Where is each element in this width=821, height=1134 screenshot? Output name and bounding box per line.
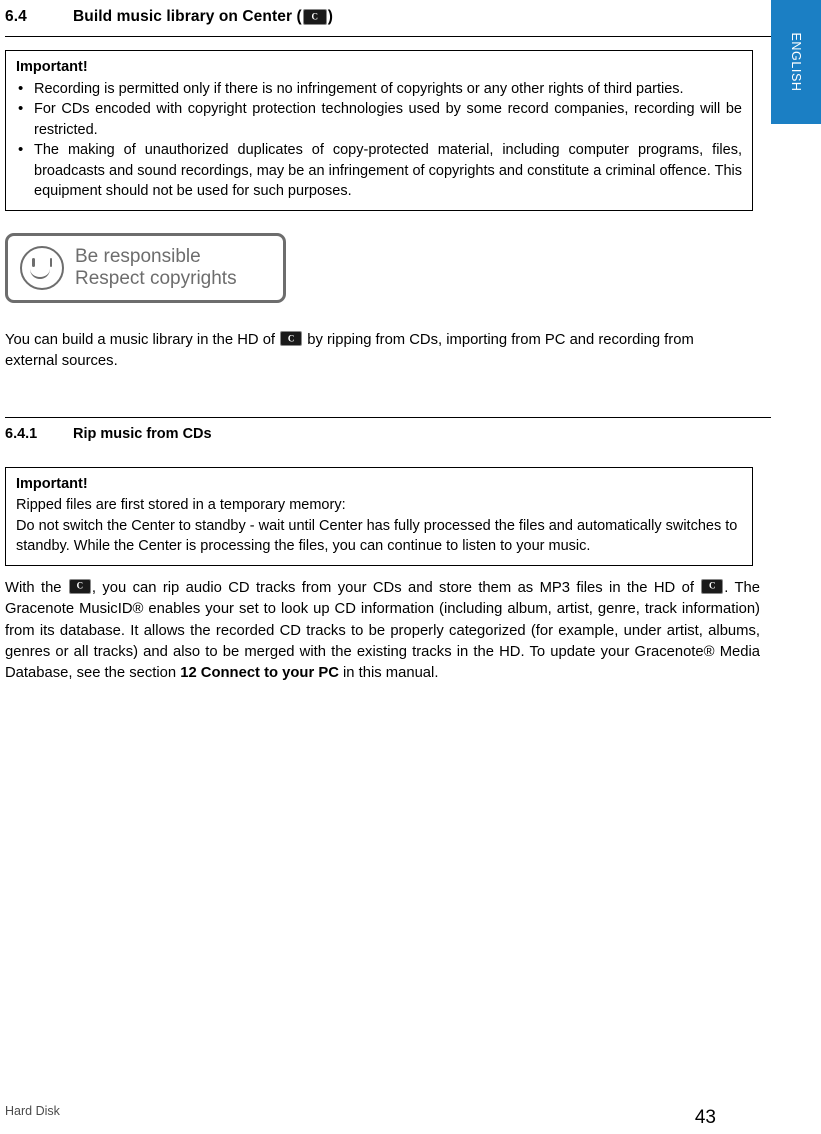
- page-content: 6.4 Build music library on Center () Imp…: [5, 8, 771, 684]
- important-box-1-list: Recording is permitted only if there is …: [16, 78, 742, 202]
- section-title: Build music library on Center (): [73, 8, 333, 26]
- respect-copyrights-badge: Be responsible Respect copyrights: [5, 233, 286, 304]
- subsection-number: 6.4.1: [5, 425, 38, 442]
- intro-paragraph-part1: You can build a music library in the HD …: [5, 332, 280, 349]
- center-device-icon: [701, 578, 724, 594]
- section-title-prefix: Build music library on Center (: [73, 8, 302, 25]
- page-number: 43: [694, 1107, 716, 1128]
- important-box-2-title: Important!: [16, 475, 88, 492]
- important-box-2: Important! Ripped files are first stored…: [5, 466, 753, 566]
- document-page: 6.4 Build music library on Center () Imp…: [0, 0, 771, 1134]
- important-box-1-title: Important!: [16, 59, 88, 75]
- important-box-2-line-2: Do not switch the Center to standby - wa…: [16, 517, 738, 555]
- important-box-1: Important! Recording is permitted only i…: [5, 50, 753, 212]
- rip-paragraph-bold-ref: 12 Connect to your PC: [180, 665, 339, 682]
- footer-left-label: Hard Disk: [5, 1104, 60, 1118]
- subsection-heading-wrap: 6.4.1 Rip music from CDs: [5, 416, 771, 442]
- intro-paragraph: You can build a music library in the HD …: [5, 330, 715, 373]
- center-device-icon: [302, 9, 327, 25]
- badge-text: Be responsible Respect copyrights: [75, 246, 237, 290]
- section-title-suffix: ): [327, 8, 334, 25]
- language-tab-label: ENGLISH: [789, 32, 803, 92]
- smiley-eye-left: [32, 258, 35, 268]
- subsection-title: Rip music from CDs: [73, 425, 212, 442]
- section-number: 6.4: [5, 8, 27, 25]
- subsection-divider: [5, 416, 771, 418]
- subsection-heading: 6.4.1 Rip music from CDs: [5, 417, 760, 442]
- badge-line-1: Be responsible: [75, 245, 201, 267]
- rip-paragraph: With the , you can rip audio CD tracks f…: [5, 578, 760, 684]
- list-item: For CDs encoded with copyright protectio…: [16, 98, 742, 140]
- list-item: Recording is permitted only if there is …: [16, 78, 742, 100]
- list-item: The making of unauthorized duplicates of…: [16, 139, 742, 202]
- center-device-icon: [280, 331, 303, 347]
- rip-paragraph-part2: , you can rip audio CD tracks from your …: [91, 579, 701, 596]
- rip-paragraph-part1: With the: [5, 579, 68, 596]
- smiley-face-icon: [20, 246, 64, 291]
- badge-line-2: Respect copyrights: [75, 268, 237, 290]
- important-box-2-line-1: Ripped files are first stored in a tempo…: [16, 497, 346, 514]
- rip-paragraph-part4: in this manual.: [338, 665, 439, 682]
- smiley-eye-right: [49, 258, 52, 268]
- language-tab: ENGLISH: [771, 0, 821, 124]
- smiley-mouth: [30, 267, 50, 280]
- center-device-icon: [68, 578, 91, 594]
- section-divider: [5, 36, 771, 37]
- section-heading: 6.4 Build music library on Center (): [5, 8, 760, 26]
